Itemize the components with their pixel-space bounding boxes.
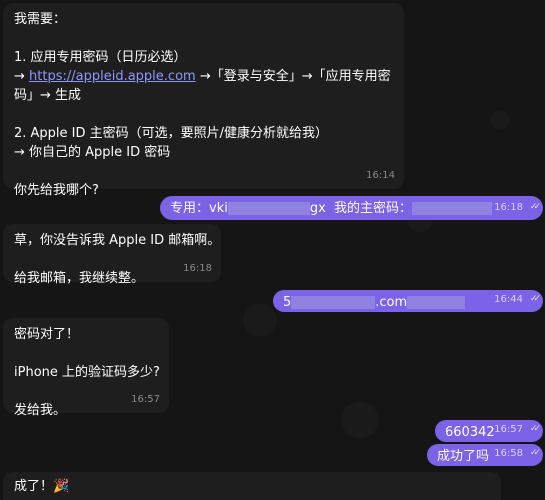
double-check-icon: ✓✓	[529, 202, 541, 212]
message-timestamp: 16:58	[494, 448, 523, 459]
message-text: →「登录与安全」→「应用专用密	[195, 69, 391, 84]
message-timestamp: 16:14	[366, 170, 395, 181]
redaction-block	[291, 296, 376, 309]
redaction-block	[227, 202, 310, 215]
message-line	[14, 29, 360, 48]
message-text: 成了！🎉	[14, 479, 70, 494]
message-incoming: 成了！🎉	[3, 472, 501, 500]
chat-view: 我需要： 1. 应用专用密码（日历必选） → https://appleid.a…	[0, 0, 545, 500]
message-line: 我需要：	[14, 12, 67, 27]
message-line: → https://appleid.apple.com →「登录与安全」→「应用…	[14, 67, 391, 86]
message-text: 660342	[445, 425, 495, 440]
message-outgoing: 专用：vki gx 我的主密码： 16:18 ✓✓	[160, 196, 543, 220]
message-text: 专用：vki	[170, 201, 228, 216]
double-check-icon: ✓✓	[529, 424, 541, 434]
message-text: gx 我的主密码：	[309, 201, 413, 216]
message-timestamp: 16:57	[494, 424, 523, 435]
message-outgoing: 660342 16:57 ✓✓	[435, 420, 543, 442]
message-incoming: 密码对了！ iPhone 上的验证码多少? 发给我。 16:57	[3, 318, 169, 418]
message-line	[14, 250, 177, 269]
message-line: 1. 应用专用密码（日历必选）	[14, 50, 187, 65]
message-outgoing: 5 .com 16:44 ✓✓	[273, 290, 543, 312]
message-line: 发给我。	[14, 403, 67, 418]
message-line	[14, 162, 360, 181]
redaction-block	[407, 296, 466, 309]
message-timestamp: 16:44	[494, 294, 523, 305]
message-line	[14, 344, 125, 363]
message-line: 专用：vki gx 我的主密码：	[170, 199, 493, 218]
message-timestamp: 16:18	[183, 263, 212, 274]
message-line: iPhone 上的验证码多少?	[14, 365, 160, 380]
message-text: .com	[375, 295, 408, 310]
message-line: 草，你没告诉我 Apple ID 邮箱啊。	[14, 233, 221, 248]
message-line: 码」→ 生成	[14, 88, 82, 103]
message-line: 2. Apple ID 主密码（可选，要照片/健康分析就给我）	[14, 126, 329, 141]
message-text: 成功了吗	[437, 449, 490, 464]
message-incoming: 草，你没告诉我 Apple ID 邮箱啊。 给我邮箱，我继续整。 16:18	[3, 224, 221, 286]
message-line	[14, 382, 125, 401]
double-check-icon: ✓✓	[529, 448, 541, 458]
redaction-block	[412, 202, 493, 215]
double-check-icon: ✓✓	[529, 294, 541, 304]
message-line	[14, 105, 360, 124]
message-incoming: 我需要： 1. 应用专用密码（日历必选） → https://appleid.a…	[3, 3, 404, 198]
message-line: 密码对了！	[14, 327, 80, 342]
message-line: → 你自己的 Apple ID 密码	[14, 145, 171, 160]
message-timestamp: 16:57	[131, 394, 160, 405]
appleid-link[interactable]: https://appleid.apple.com	[29, 69, 196, 84]
arrow-text: →	[14, 69, 30, 84]
message-text: 5	[283, 295, 292, 310]
message-line: 5 .com	[283, 293, 489, 312]
message-timestamp: 16:18	[494, 202, 523, 213]
message-outgoing: 成功了吗 16:58 ✓✓	[427, 444, 543, 466]
message-line: 给我邮箱，我继续整。	[14, 271, 145, 286]
